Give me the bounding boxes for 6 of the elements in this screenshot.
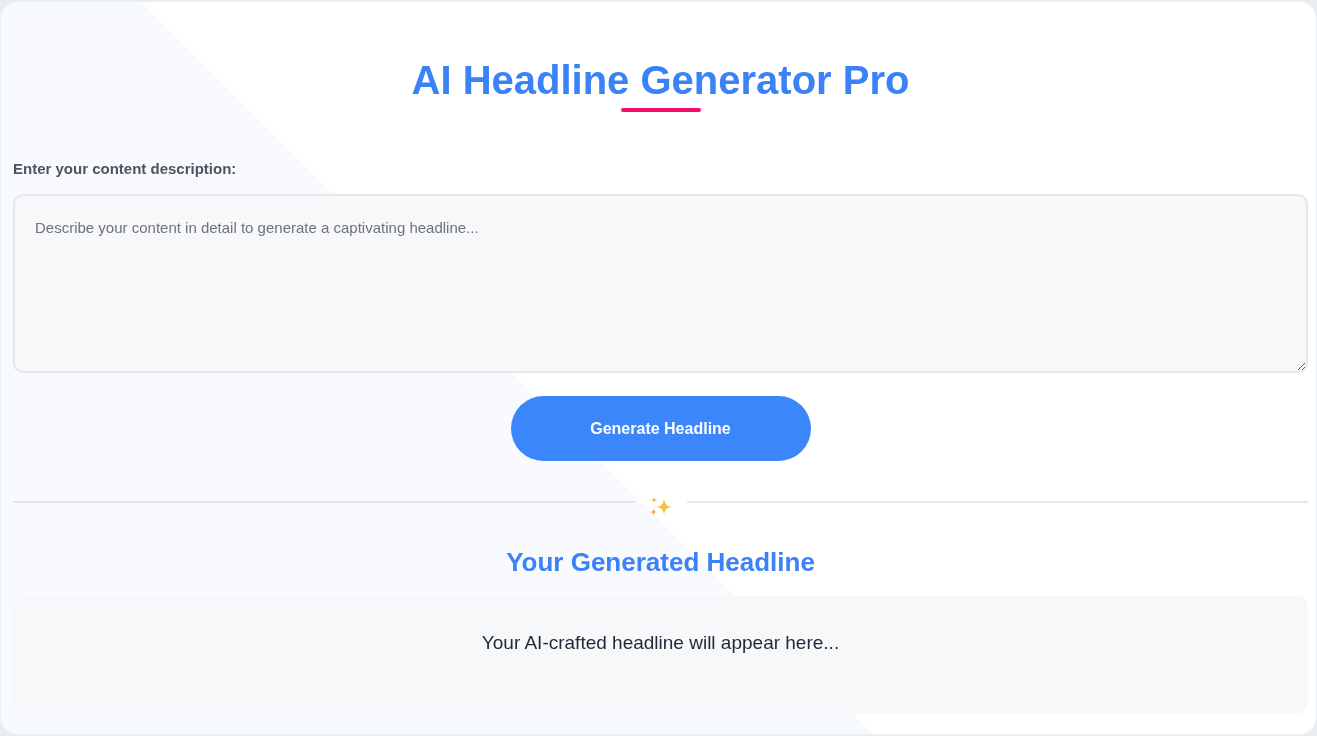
result-text: Your AI-crafted headline will appear here... bbox=[481, 631, 840, 655]
description-field[interactable]: Describe your content in detail to generate a captivating headline... bbox=[13, 194, 1308, 373]
result-heading: Your Generated Headline bbox=[506, 546, 815, 578]
page-title: AI Headline Generator Pro bbox=[411, 57, 910, 104]
field-label: Enter your content description: bbox=[13, 159, 237, 179]
generate-button[interactable]: Generate Headline bbox=[510, 396, 811, 461]
